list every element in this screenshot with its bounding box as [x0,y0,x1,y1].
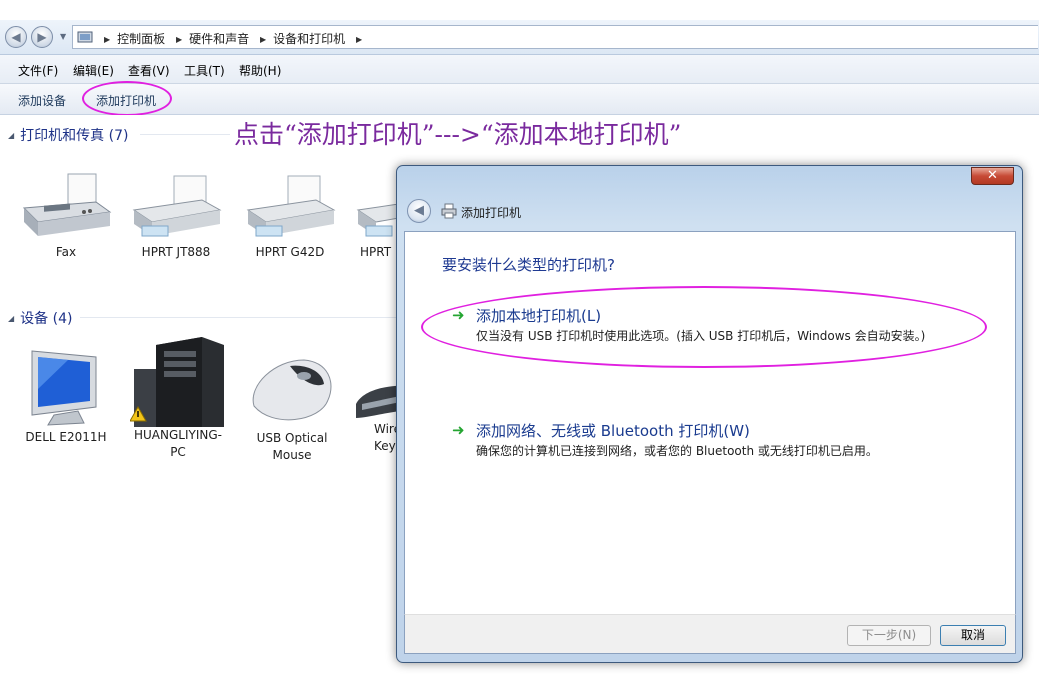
printer-icon [132,175,222,237]
menu-file[interactable]: 文件(F) [18,62,58,79]
next-button[interactable]: 下一步(N) [847,625,931,646]
collapse-icon[interactable]: ◢ [8,314,14,323]
printer-icon [441,203,457,219]
breadcrumb: ▶ 控制面板 ▶ 硬件和声音 ▶ 设备和打印机 ▶ [97,30,369,47]
close-button[interactable]: ✕ [971,167,1014,185]
menu-edit[interactable]: 编辑(E) [73,62,114,79]
keyboard-icon [356,385,396,418]
back-arrow-icon: ◀ [414,203,424,218]
breadcrumb-separator-icon[interactable]: ▶ [176,35,182,44]
group-devices-title: 设备 (4) [20,311,73,327]
monitor-icon [31,350,97,426]
control-panel-icon [77,31,93,43]
device-label: Wire Key [374,422,396,453]
breadcrumb-control-panel[interactable]: 控制面板 [117,32,165,46]
back-button[interactable]: ◀ [5,26,27,48]
group-printers-header[interactable]: ◢ 打印机和传真 (7) [8,125,128,145]
breadcrumb-hardware-sound[interactable]: 硬件和声音 [189,32,249,46]
device-label: DELL E2011H [25,430,107,444]
device-item-hprt-jt888[interactable]: HPRT JT888 [128,170,224,261]
group-devices-header[interactable]: ◢ 设备 (4) [8,308,72,328]
breadcrumb-separator-icon[interactable]: ▶ [356,35,362,44]
device-label: HPRT JT888 [141,245,211,259]
device-label: Fax [55,245,77,259]
dialog-question: 要安装什么类型的打印机? [442,256,615,274]
device-item-mouse[interactable]: USB Optical Mouse [244,352,340,464]
breadcrumb-devices-printers[interactable]: 设备和打印机 [273,32,345,46]
device-item-hprt[interactable]: HPRT [352,170,396,261]
device-item-monitor[interactable]: DELL E2011H [18,345,114,446]
green-arrow-icon: ➜ [452,421,465,439]
device-label: HPRT G42D [255,245,325,259]
dialog-footer: 下一步(N) 取消 [404,614,1016,654]
dialog-body: 要安装什么类型的打印机? ➜ 添加本地打印机(L) 仅当没有 USB 打印机时使… [404,231,1016,615]
add-printer-dialog: ✕ ◀ 添加打印机 要安装什么类型的打印机? ➜ 添加本地打印机(L) 仅当没有… [396,165,1023,663]
device-item-computer[interactable]: HUANGLIYING- PC [130,335,226,461]
device-label: HPRT [360,245,392,259]
fax-icon [22,173,112,236]
back-arrow-button[interactable]: ◀ [407,199,431,223]
device-item-keyboard[interactable]: Wire Key [354,370,396,455]
breadcrumb-separator-icon[interactable]: ▶ [260,35,266,44]
menu-bar: 文件(F) 编辑(E) 查看(V) 工具(T) 帮助(H) [0,55,1039,84]
add-device-button[interactable]: 添加设备 [18,92,66,109]
address-bar: ◀ ▶ ▼ ▶ 控制面板 ▶ 硬件和声音 ▶ 设备和打印机 ▶ [0,20,1039,55]
device-item-fax[interactable]: Fax [18,170,114,261]
local-printer-highlight-ellipse [421,286,987,368]
forward-button[interactable]: ▶ [31,26,53,48]
group-divider [140,134,230,135]
collapse-icon[interactable]: ◢ [8,131,14,140]
group-printers-title: 打印机和传真 (7) [20,128,129,144]
recent-pages-dropdown-icon[interactable]: ▼ [60,32,66,41]
computer-tower-icon [130,337,224,427]
option-title: 添加网络、无线或 Bluetooth 打印机(W) [476,422,750,440]
menu-view[interactable]: 查看(V) [128,62,170,79]
group-divider [80,317,396,318]
mouse-icon [252,359,332,421]
printer-icon [246,175,336,237]
option-description: 确保您的计算机已连接到网络，或者您的 Bluetooth 或无线打印机已启用。 [476,444,878,458]
device-label: USB Optical Mouse [256,431,328,462]
instruction-annotation: 点击“添加打印机”--->“添加本地打印机” [234,120,682,149]
menu-tools[interactable]: 工具(T) [184,62,225,79]
menu-help[interactable]: 帮助(H) [239,62,281,79]
printer-icon [356,203,396,237]
address-field[interactable]: ▶ 控制面板 ▶ 硬件和声音 ▶ 设备和打印机 ▶ [72,25,1038,49]
dialog-title: 添加打印机 [461,206,522,220]
device-label: HUANGLIYING- PC [134,428,222,459]
cancel-button[interactable]: 取消 [940,625,1006,646]
add-printer-highlight-ellipse [82,81,172,116]
breadcrumb-separator-icon[interactable]: ▶ [104,35,110,44]
device-item-hprt-g42d[interactable]: HPRT G42D [242,170,338,261]
